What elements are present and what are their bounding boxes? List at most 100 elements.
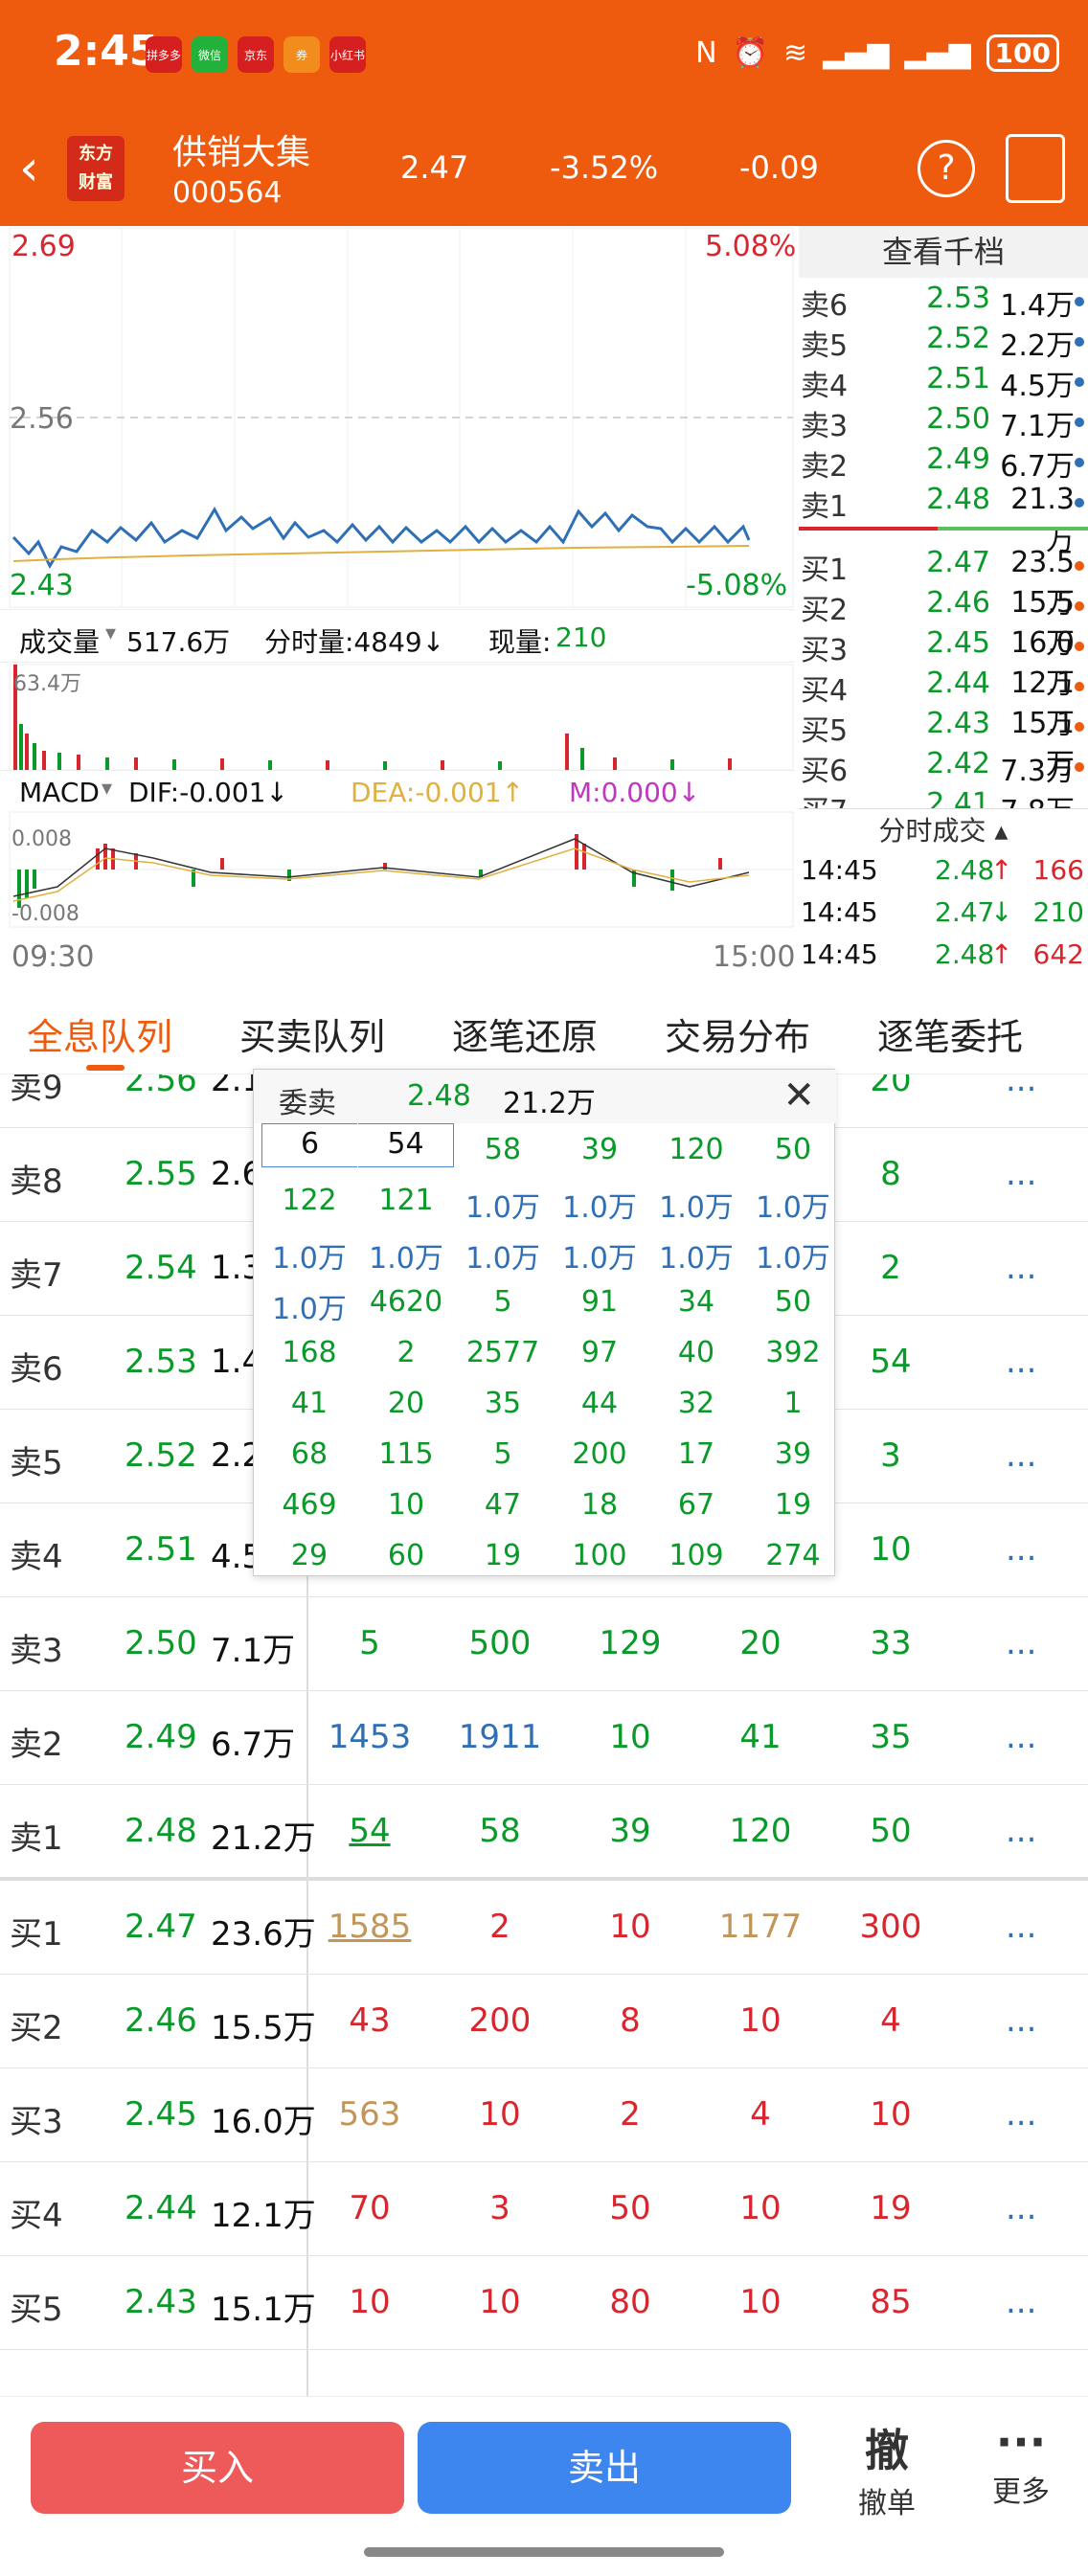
volume-label[interactable]: 成交量: [19, 621, 100, 660]
more-button[interactable]: ...: [1006, 1343, 1036, 1381]
dropdown-triangle-icon[interactable]: ▾: [105, 621, 116, 645]
tab-trade-distribution[interactable]: 交易分布: [665, 1007, 810, 1060]
signal-icon: ▂▄▆: [904, 36, 971, 70]
more-button[interactable]: ...: [1006, 1624, 1036, 1662]
price-low-label: 2.43: [10, 569, 74, 602]
more-button[interactable]: ...: [1006, 2283, 1036, 2321]
popup-order-cell: 120: [669, 1133, 724, 1166]
more-button[interactable]: ...: [1006, 1530, 1036, 1569]
avg-price-line: [12, 545, 750, 562]
stock-code: 000564: [172, 176, 283, 210]
tab-tick-restore[interactable]: 逐笔还原: [452, 1007, 598, 1060]
dropdown-triangle-icon[interactable]: ▾: [102, 777, 112, 801]
blue-dot-icon: [1075, 418, 1084, 427]
macd-m: M:0.000↓: [569, 777, 701, 808]
popup-order-cell: 97: [580, 1336, 619, 1369]
table-row[interactable]: 卖3 2.50 7.1万 5 500 129 20 33 ...: [0, 1597, 1088, 1691]
popup-order-cell: 67: [677, 1488, 715, 1522]
sell-button[interactable]: 卖出: [418, 2422, 791, 2514]
tab-full-queue[interactable]: 全息队列: [27, 1007, 172, 1060]
table-row[interactable]: 买3 2.45 16.0万 563 10 2 4 10 ...: [0, 2068, 1088, 2162]
eastmoney-logo: 东方 财富: [67, 136, 125, 201]
blue-dot-icon: [1075, 377, 1084, 387]
table-row[interactable]: 买4 2.44 12.1万 70 3 50 10 19 ...: [0, 2162, 1088, 2256]
popup-order-cell: 1.0万: [659, 1242, 734, 1276]
pct-high-label: 5.08%: [705, 230, 797, 263]
popup-order-cell: 168: [282, 1336, 337, 1369]
orange-dot-icon: [1075, 561, 1084, 571]
trade-row: 14:45 2.47 ↓ 210: [801, 896, 1084, 928]
more-button[interactable]: ...: [1006, 1249, 1036, 1287]
popup-order-cell: 274: [765, 1539, 821, 1572]
popup-order-cell: 1.0万: [562, 1242, 637, 1276]
buy-level-row: 买6 2.42 7.3万: [799, 747, 1088, 788]
home-indicator: [364, 2547, 724, 2557]
buy-button[interactable]: 买入: [31, 2422, 404, 2514]
xiaohongshu-icon: 小红书: [329, 36, 366, 73]
more-button[interactable]: ...: [1006, 1436, 1036, 1475]
pct-low-label: -5.08%: [686, 569, 788, 602]
more-button[interactable]: ...: [1006, 1812, 1036, 1850]
table-row[interactable]: 买2 2.46 15.5万 43 200 8 10 4 ...: [0, 1975, 1088, 2068]
more-menu-button[interactable]: ··· 更多: [973, 2416, 1069, 2510]
more-button[interactable]: ...: [1006, 2095, 1036, 2134]
buy-level-row: 买72.417.8万: [801, 787, 1075, 808]
blue-dot-icon: [1075, 458, 1084, 467]
app-badge-icon: 拼多多: [146, 36, 182, 73]
macd-label[interactable]: MACD: [19, 777, 100, 808]
orange-dot-icon: [1075, 642, 1084, 651]
status-bar: 2:45 拼多多 微信 京东 券 小红书 N ⏰ ≋ ▂▄▆ ▂▄▆ 100: [0, 0, 1088, 113]
layout-switch-icon[interactable]: [1006, 134, 1065, 203]
cancel-order-button[interactable]: 撤 撤单: [839, 2416, 935, 2521]
intraday-chart[interactable]: 2.69 5.08% 2.56 2.43 -5.08% 成交量 ▾ 517.6万…: [0, 226, 797, 983]
popup-order-cell: 58: [484, 1133, 522, 1166]
buy-level-row: 买1 2.47 23.5万: [799, 546, 1088, 621]
active-tab-indicator: [86, 1065, 125, 1071]
popup-order-cell: 1.0万: [369, 1242, 443, 1276]
table-row[interactable]: 卖2 2.49 6.7万 1453 1911 10 41 35 ...: [0, 1691, 1088, 1785]
stock-name[interactable]: 供销大集: [172, 124, 310, 174]
more-button[interactable]: ...: [1006, 2001, 1036, 2040]
more-button[interactable]: ...: [1006, 1155, 1036, 1193]
more-button[interactable]: ...: [1006, 1718, 1036, 1756]
popup-order-cell: 60: [387, 1539, 425, 1572]
popup-order-cell: 5: [493, 1285, 512, 1319]
popup-volume: 21.2万: [503, 1087, 596, 1120]
app-badge-icon: 京东: [238, 36, 274, 73]
table-row[interactable]: 卖1 2.48 21.2万 54 58 39 120 50 ...: [0, 1785, 1088, 1879]
trade-row: 14:45 2.48 ↑ 642: [801, 938, 1084, 970]
thousand-level-button[interactable]: 查看千档: [799, 226, 1088, 278]
back-icon[interactable]: ‹: [19, 140, 39, 197]
popup-order-cell: 29: [290, 1539, 329, 1572]
table-row[interactable]: 买1 2.47 23.6万 1585 2 10 1177 300 ...: [0, 1881, 1088, 1975]
more-button[interactable]: ...: [1006, 1074, 1036, 1099]
popup-order-cell: 469: [282, 1488, 337, 1522]
popup-order-cell: 2: [397, 1336, 416, 1369]
more-menu-label: 更多: [992, 2475, 1050, 2509]
current-volume-value: 210: [555, 621, 607, 653]
popup-order-cell: 20: [387, 1387, 425, 1420]
popup-order-cell: 122: [282, 1184, 337, 1217]
tab-bid-ask-queue[interactable]: 买卖队列: [239, 1007, 385, 1060]
popup-order-cell: 19: [774, 1488, 812, 1522]
popup-order-cell: 39: [774, 1437, 812, 1471]
more-button[interactable]: ...: [1006, 1908, 1036, 1946]
question-circle-icon[interactable]: ?: [918, 140, 975, 197]
stock-change: -0.09: [739, 149, 819, 186]
buy-level-row: 买3 2.45 16.0万: [799, 626, 1088, 701]
triangle-up-icon: ▴: [986, 815, 1009, 847]
tab-tick-orders[interactable]: 逐笔委托: [877, 1007, 1023, 1060]
macd-dif: DIF:-0.001↓: [128, 777, 288, 808]
more-button[interactable]: ...: [1006, 2189, 1036, 2227]
table-row[interactable]: 买5 2.43 15.1万 10 10 80 10 85 ...: [0, 2256, 1088, 2350]
popup-order-cell: 1.0万: [659, 1191, 734, 1225]
popup-order-cell: 4620: [369, 1285, 443, 1319]
stock-header: ‹ 东方 财富 供销大集 000564 2.47 -3.52% -0.09 ?: [0, 113, 1088, 226]
popup-order-cell: 17: [677, 1437, 715, 1471]
blue-dot-icon: [1075, 498, 1084, 508]
intraday-trades-header[interactable]: 分时成交 ▴: [799, 808, 1088, 852]
buy-level-row: 买2 2.46 15.5万: [799, 586, 1088, 661]
close-icon[interactable]: ✕: [782, 1073, 815, 1118]
popup-order-cell: 115: [378, 1437, 434, 1471]
macd-top-label: 0.008: [11, 827, 72, 851]
